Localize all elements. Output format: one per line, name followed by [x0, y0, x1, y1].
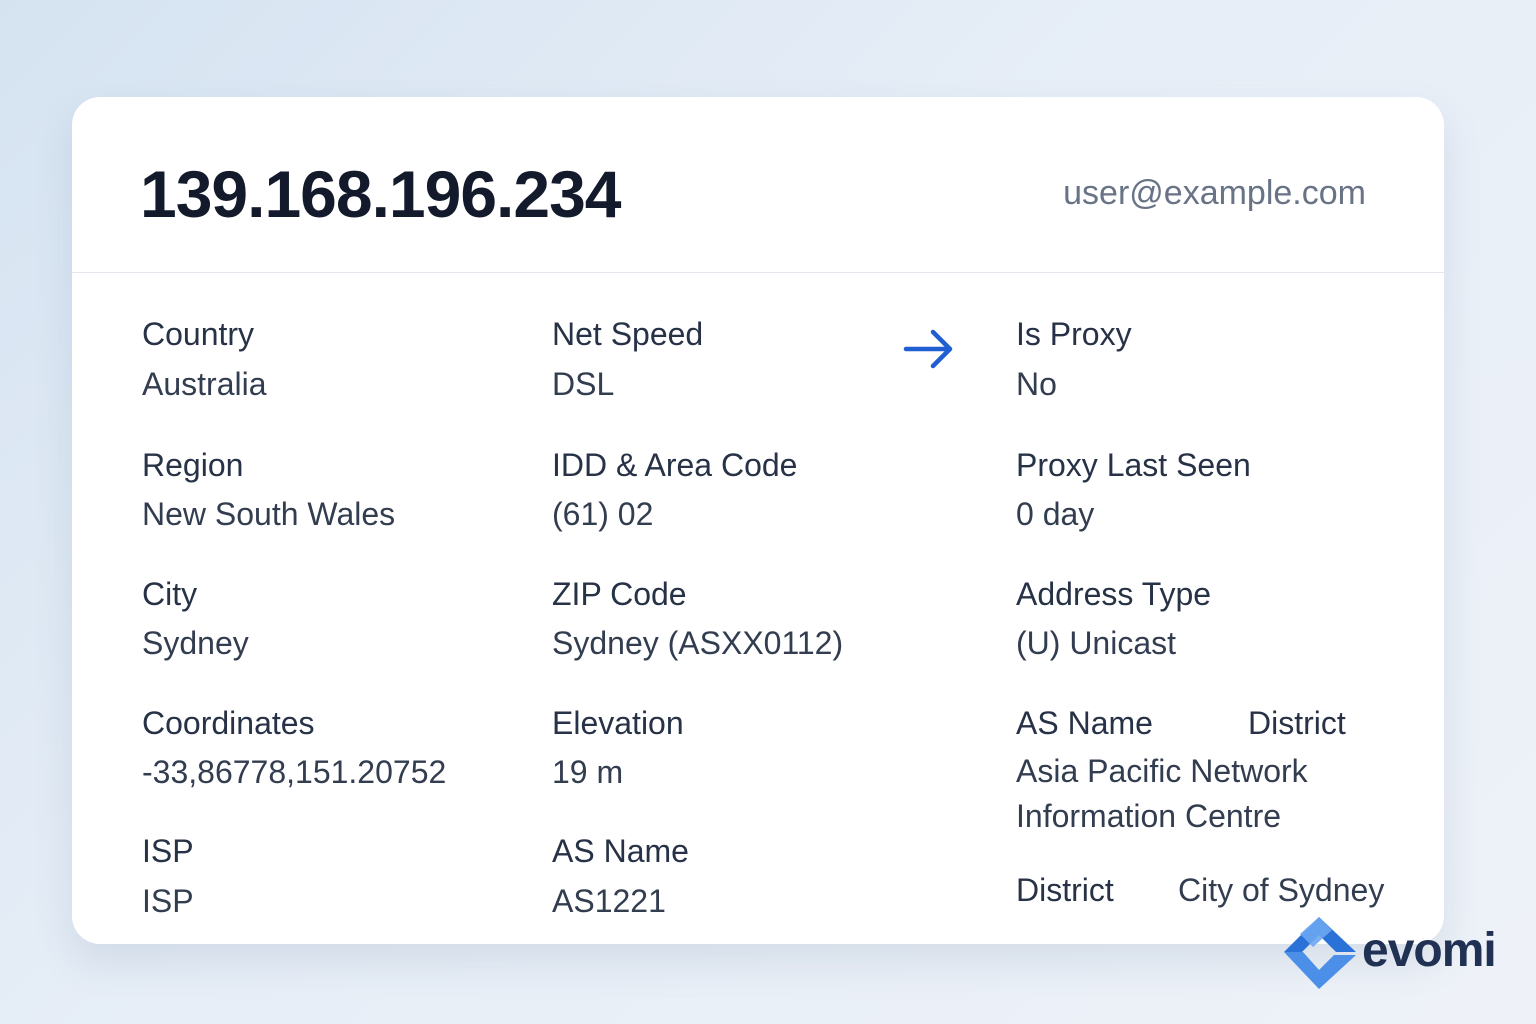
district-heading: District [1248, 705, 1346, 741]
country-value: Australia [142, 366, 267, 402]
idd-area-code-value: (61) 02 [552, 496, 654, 532]
isp-label: ISP [142, 833, 194, 869]
proxy-last-seen-value: 0 day [1016, 496, 1095, 532]
coordinates-label: Coordinates [142, 705, 315, 741]
card-header: 139.168.196.234 user@example.com [72, 97, 1444, 273]
elevation-value: 19 m [552, 754, 624, 790]
as-name-label: AS Name [552, 833, 689, 869]
isp-value: ISP [142, 883, 194, 919]
elevation-label: Elevation [552, 705, 684, 741]
district-value: City of Sydney [1178, 872, 1385, 908]
net-speed-label: Net Speed [552, 316, 704, 352]
as-name-right-value: Asia Pacific Network Information Centre [1016, 753, 1308, 834]
is-proxy-label: Is Proxy [1016, 316, 1132, 352]
ip-address: 139.168.196.234 [140, 157, 621, 231]
zip-code-value: Sydney (ASXX0112) [552, 625, 844, 661]
brand-name: evomi [1362, 924, 1497, 977]
city-value: Sydney [142, 625, 249, 661]
city-label: City [142, 576, 198, 612]
proxy-last-seen-label: Proxy Last Seen [1016, 447, 1251, 483]
idd-area-code-label: IDD & Area Code [552, 447, 798, 483]
country-label: Country [142, 316, 255, 352]
district-label: District [1016, 872, 1114, 908]
region-value: New South Wales [142, 496, 396, 532]
brand-logo: evomi [1282, 914, 1512, 990]
arrow-right-icon[interactable] [902, 325, 958, 373]
user-email: user@example.com [1063, 174, 1366, 212]
address-type-label: Address Type [1016, 576, 1212, 612]
ip-details-card: 139.168.196.234 user@example.com Country… [72, 97, 1444, 944]
region-label: Region [142, 447, 244, 483]
evomi-logo-icon [1284, 917, 1356, 989]
as-name-value: AS1221 [552, 883, 666, 919]
zip-code-label: ZIP Code [552, 576, 687, 612]
address-type-value: (U) Unicast [1016, 625, 1177, 661]
net-speed-value: DSL [552, 366, 615, 402]
is-proxy-value: No [1016, 366, 1057, 402]
coordinates-value: -33,86778,151.20752 [142, 754, 447, 790]
as-name-right-label: AS Name [1016, 705, 1153, 741]
